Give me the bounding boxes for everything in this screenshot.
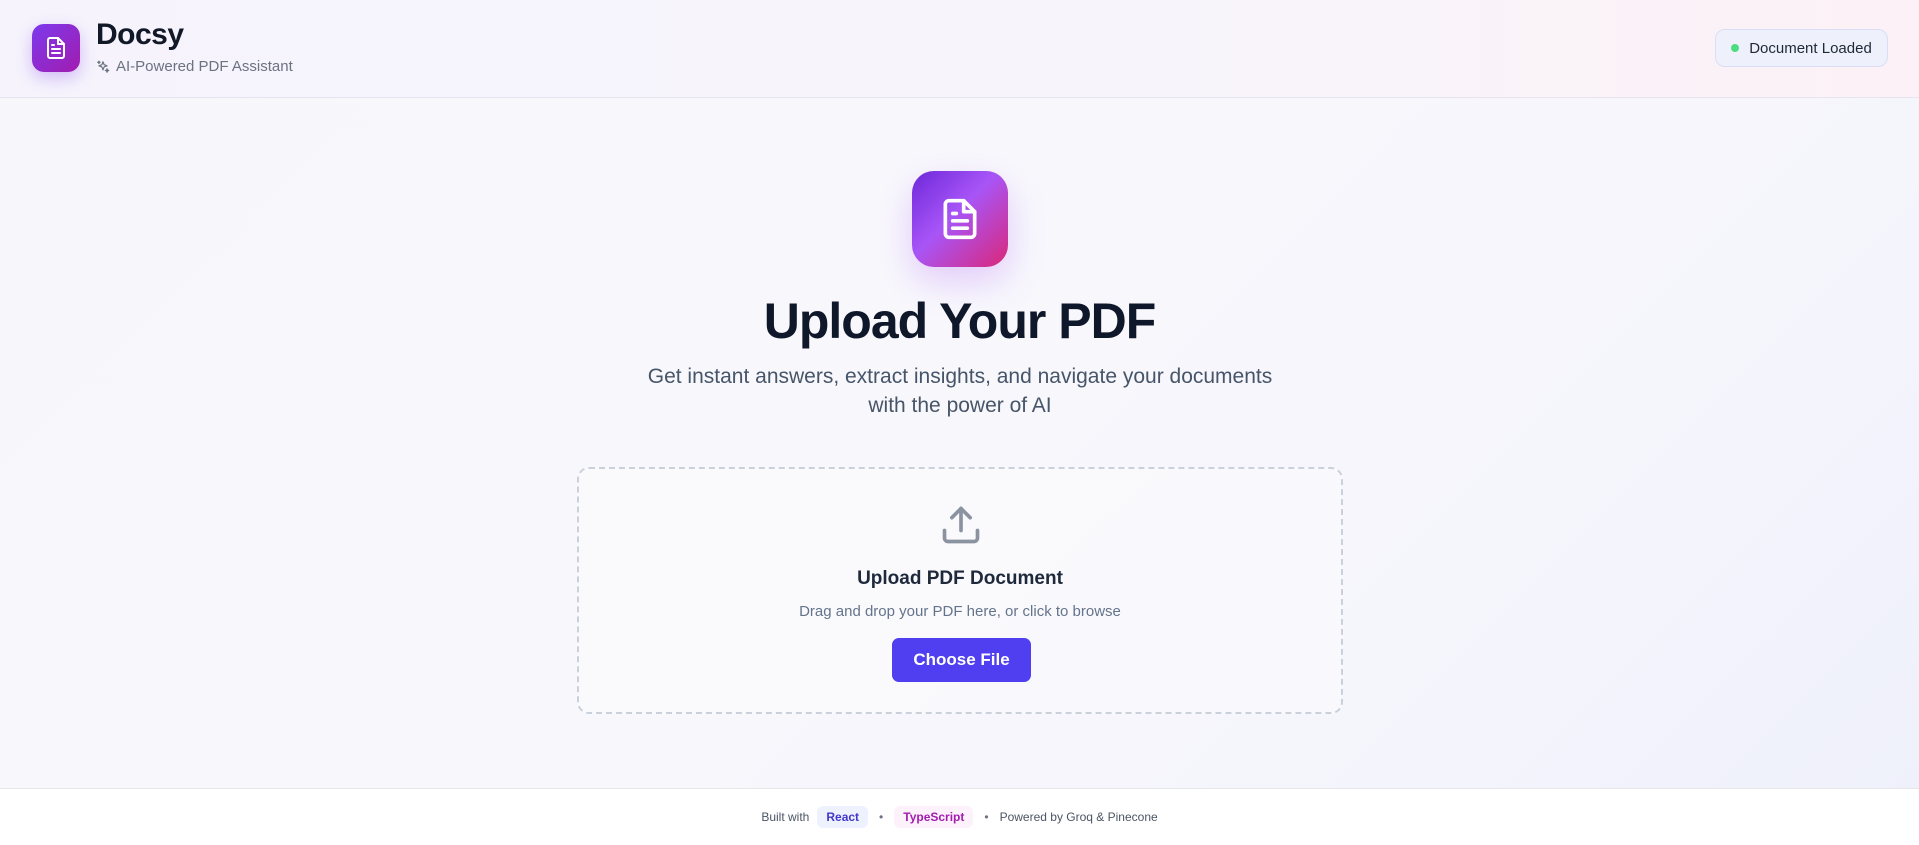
pdf-dropzone[interactable]: Upload PDF Document Drag and drop your P…	[577, 467, 1343, 714]
page-description: Get instant answers, extract insights, a…	[610, 362, 1310, 420]
footer-separator: •	[984, 810, 989, 824]
dropzone-title: Upload PDF Document	[857, 568, 1063, 589]
file-text-icon	[943, 198, 977, 240]
status-label: Document Loaded	[1749, 39, 1872, 57]
description-line-2: with the power of AI	[868, 394, 1052, 417]
status-badge: Document Loaded	[1715, 29, 1888, 67]
powered-by-label: Powered by Groq & Pinecone	[999, 810, 1158, 824]
description-line-1: Get instant answers, extract insights, a…	[647, 365, 1273, 388]
file-text-icon	[47, 37, 65, 59]
dropzone-subtitle: Drag and drop your PDF here, or click to…	[799, 603, 1121, 620]
tagline-text: AI-Powered PDF Assistant	[116, 58, 293, 75]
page-title: Upload Your PDF	[763, 293, 1157, 349]
app-footer: Built with React • TypeScript • Powered …	[0, 788, 1919, 845]
hero-document-icon-tile	[912, 171, 1008, 267]
app-name: Docsy	[96, 18, 184, 51]
status-dot	[1731, 44, 1740, 52]
footer-separator: •	[879, 810, 884, 824]
choose-file-button[interactable]: Choose File	[892, 638, 1031, 682]
tech-chip-typescript: TypeScript	[894, 806, 974, 828]
upload-icon	[942, 506, 980, 544]
sparkles-icon	[97, 60, 110, 73]
tech-chip-react: React	[817, 806, 869, 828]
app-logo[interactable]	[32, 24, 80, 72]
built-with-label: Built with	[761, 810, 810, 824]
app-tagline: AI-Powered PDF Assistant	[96, 58, 293, 75]
app-header: Docsy AI-Powered PDF Assistant Document …	[0, 0, 1919, 98]
